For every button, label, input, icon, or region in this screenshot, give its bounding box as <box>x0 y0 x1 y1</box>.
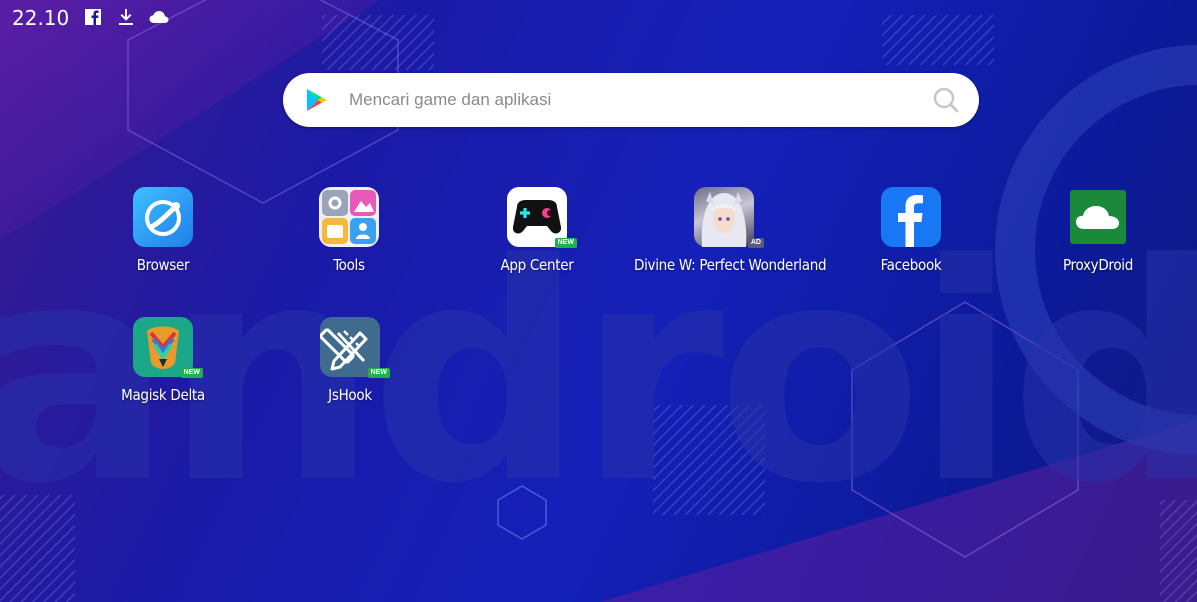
app-app-center[interactable]: NEW App Center <box>447 187 627 274</box>
app-label: Facebook <box>880 256 942 274</box>
app-label: Divine W: Perfect Wonderland <box>634 256 827 274</box>
new-badge: NEW <box>180 368 203 378</box>
facebook-icon <box>85 9 101 25</box>
cloud-icon <box>149 11 169 23</box>
status-bar: 22.10 <box>0 0 1197 36</box>
app-proxydroid[interactable]: ProxyDroid <box>1008 187 1188 274</box>
app-label: Magisk Delta <box>121 386 205 404</box>
browser-icon <box>133 187 193 247</box>
app-label: ProxyDroid <box>1062 256 1134 274</box>
jshook-icon: NEW <box>319 317 390 378</box>
app-center-icon: NEW <box>507 187 577 248</box>
app-label: Tools <box>333 256 365 274</box>
facebook-app-icon <box>881 187 941 247</box>
download-icon <box>119 9 133 25</box>
play-store-icon <box>307 89 327 111</box>
search-placeholder: Mencari game dan aplikasi <box>349 90 552 109</box>
new-badge: NEW <box>554 238 577 248</box>
app-browser[interactable]: Browser <box>73 187 253 274</box>
app-jshook[interactable]: NEW JsHook <box>260 317 440 404</box>
ad-badge: AD <box>747 238 764 248</box>
search-icon[interactable] <box>933 87 959 113</box>
app-tools[interactable]: Tools <box>259 187 439 274</box>
app-facebook[interactable]: Facebook <box>821 187 1001 274</box>
app-label: JsHook <box>328 386 372 404</box>
app-divine-w[interactable]: AD Divine W: Perfect Wonderland <box>634 187 827 274</box>
search-bar[interactable]: Mencari game dan aplikasi <box>283 73 979 127</box>
tools-icon <box>319 187 379 247</box>
divine-w-icon: AD <box>694 187 764 248</box>
app-label: App Center <box>500 256 574 274</box>
magisk-delta-icon: NEW <box>133 317 203 378</box>
proxydroid-icon <box>1068 187 1128 247</box>
app-label: Browser <box>136 256 190 274</box>
status-clock: 22.10 <box>12 6 70 30</box>
app-magisk-delta[interactable]: NEW Magisk Delta <box>73 317 253 404</box>
new-badge: NEW <box>367 368 390 378</box>
